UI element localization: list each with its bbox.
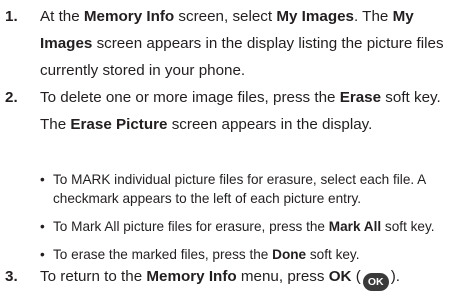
bullet-dot: • xyxy=(40,172,45,187)
text-run: soft key. xyxy=(381,219,435,234)
text-run: To delete one or more image files, press… xyxy=(40,89,340,106)
text-line: The Erase Picture screen appears in the … xyxy=(40,111,470,138)
bullet-dot: • xyxy=(40,247,45,262)
bold-term: Memory Info xyxy=(146,268,237,285)
text-run: To erase the marked files, press the xyxy=(53,247,273,262)
step-2-bullets: • To MARK individual picture files for er… xyxy=(40,170,472,273)
step-number: 2. xyxy=(5,89,18,106)
text-run: screen appears in the display. xyxy=(167,116,373,133)
text-line: To return to the Memory Info menu, press… xyxy=(40,263,470,291)
text-run: At the xyxy=(40,8,84,25)
text-run: checkmark appears to the left of each pi… xyxy=(53,191,362,206)
bullet-item: • To erase the marked files, press the Do… xyxy=(40,245,472,264)
text-run: ( xyxy=(351,268,361,285)
bold-term: Mark All xyxy=(328,219,382,234)
text-line: currently stored in your phone. xyxy=(40,57,470,84)
text-run: screen, select xyxy=(174,8,277,25)
step-text: To delete one or more image files, press… xyxy=(40,84,470,138)
text-run: To MARK individual picture files for era… xyxy=(53,172,427,187)
bold-term: Erase xyxy=(339,89,382,106)
bold-term: Memory Info xyxy=(83,8,175,25)
bold-term: My Images xyxy=(276,8,355,25)
text-line: To MARK individual picture files for era… xyxy=(53,170,472,189)
step-text: At the Memory Info screen, select My Ima… xyxy=(40,3,470,84)
bold-term: OK xyxy=(328,268,352,285)
text-line: checkmark appears to the left of each pi… xyxy=(53,189,472,208)
text-line: Images screen appears in the display lis… xyxy=(40,30,470,57)
text-run: . The xyxy=(354,8,393,25)
text-run: To Mark All picture files for erasure, p… xyxy=(53,219,329,234)
bold-term: My xyxy=(392,8,414,25)
ok-key-icon: OK xyxy=(362,273,389,291)
text-line: To Mark All picture files for erasure, p… xyxy=(53,217,472,236)
bold-term: Images xyxy=(40,35,93,52)
text-run: soft key. xyxy=(381,89,441,106)
bold-term: Done xyxy=(272,247,307,262)
text-run: soft key. xyxy=(306,247,360,262)
bold-term: Erase Picture xyxy=(70,116,168,133)
bullet-dot: • xyxy=(40,219,45,234)
text-run: ). xyxy=(390,268,401,285)
step-number: 1. xyxy=(5,8,18,25)
text-run: menu, press xyxy=(236,268,329,285)
text-line: To delete one or more image files, press… xyxy=(40,84,470,111)
text-run: To return to the xyxy=(40,268,147,285)
text-line: To erase the marked files, press the Don… xyxy=(53,245,472,264)
step-text: To return to the Memory Info menu, press… xyxy=(40,263,470,291)
text-line: At the Memory Info screen, select My Ima… xyxy=(40,3,470,30)
step-number: 3. xyxy=(5,268,18,285)
text-run: screen appears in the display listing th… xyxy=(92,35,444,52)
bullet-item: • To Mark All picture files for erasure, … xyxy=(40,217,472,236)
text-run: The xyxy=(40,116,71,133)
bullet-item: • To MARK individual picture files for er… xyxy=(40,170,472,208)
text-run: currently stored in your phone. xyxy=(40,62,246,79)
